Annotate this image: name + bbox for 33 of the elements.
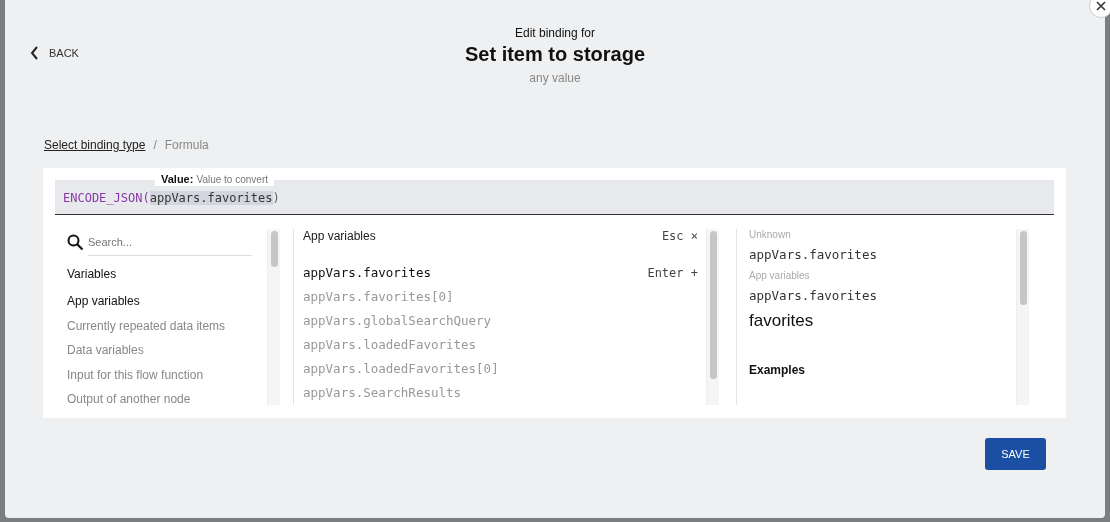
category-item[interactable]: App variables — [67, 289, 267, 314]
section-heading: Variables — [67, 267, 118, 281]
list-heading: App variables — [303, 229, 376, 243]
close-hint[interactable]: Esc × — [661, 229, 698, 243]
dialog-subtitle: any value — [529, 71, 581, 85]
variable-item[interactable]: appVars.SearchResults — [303, 381, 706, 405]
breadcrumb-current: Formula — [164, 138, 209, 154]
argument-tooltip: Value: Value to convert — [155, 172, 274, 186]
category-item[interactable]: Currently repeated data items — [67, 313, 267, 338]
variable-item[interactable]: appVars.favorites[0] — [303, 285, 706, 309]
category-item[interactable]: Data variables — [67, 338, 267, 363]
close-icon — [1096, 1, 1106, 11]
variable-path: appVars.favorites — [749, 288, 878, 303]
variable-item[interactable]: appVars.favorites Enter + — [303, 261, 706, 285]
save-button[interactable]: SAVE — [985, 438, 1046, 470]
variable-item[interactable]: appVars.loadedFavorites[0] — [303, 357, 706, 381]
chevron-left-icon — [30, 46, 39, 60]
search-field[interactable]: Search... — [88, 228, 252, 256]
variable-item[interactable]: appVars.loadedFavorites — [303, 333, 706, 357]
back-button[interactable]: BACK — [30, 46, 79, 60]
dialog-kicker: Edit binding for — [514, 26, 596, 40]
group-label: App variables — [749, 270, 811, 281]
dialog-title: Set item to storage — [464, 43, 645, 66]
category-item[interactable]: Input for this flow function — [67, 362, 267, 387]
breadcrumb-link[interactable]: Select binding type — [44, 138, 146, 154]
variable-item[interactable]: appVars.globalSearchQuery — [303, 309, 706, 333]
category-item[interactable]: Output of another node — [67, 387, 267, 412]
breadcrumb-separator: / — [153, 138, 157, 154]
type-value: appVars.favorites — [749, 247, 878, 262]
variable-name: favorites — [749, 311, 815, 331]
search-icon — [67, 233, 84, 251]
type-label: Unknown — [749, 229, 792, 240]
examples-heading: Examples — [749, 363, 807, 377]
